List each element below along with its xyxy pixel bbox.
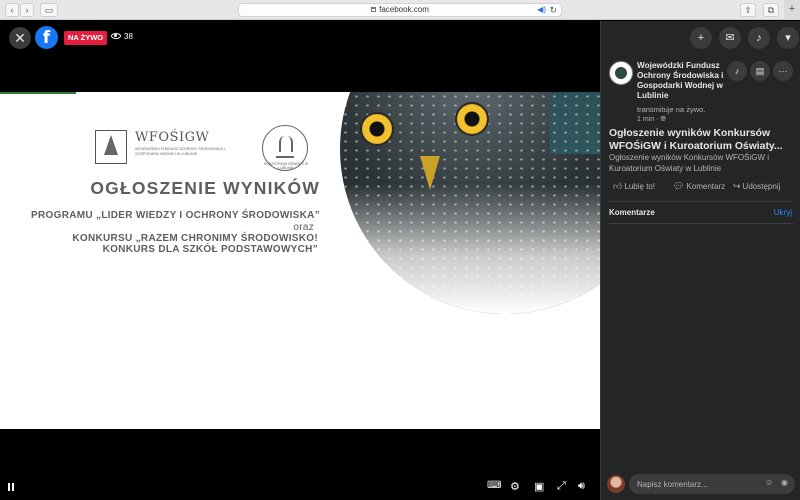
- comment-composer: ☺ ◉: [607, 473, 795, 495]
- wfosigw-logo-name: WFOŚIGW: [135, 130, 210, 145]
- fullscreen-icon[interactable]: ⤢: [557, 480, 566, 493]
- gear-icon[interactable]: ⚙: [510, 480, 520, 493]
- slide-line-szkoly: KONKURS DLA SZKÓŁ PODSTAWOWYCH”: [102, 244, 318, 255]
- url-text: facebook.com: [379, 5, 429, 14]
- post-actions: 👍︎ Lubię to! 💬︎ Komentarz ↪ Udostępnij: [609, 181, 795, 195]
- post-title: Ogłoszenie wyników Konkursów WFOŚiGW i K…: [609, 128, 783, 152]
- sidebar-toggle-button[interactable]: ▭: [40, 3, 58, 17]
- back-button[interactable]: ‹: [5, 3, 19, 17]
- camera-icon[interactable]: ◉: [781, 478, 788, 487]
- live-badge: NA ŻYWO: [64, 31, 108, 45]
- plus-icon[interactable]: +: [784, 0, 800, 20]
- slide-accent-stripe: [0, 92, 76, 94]
- more-options-icon[interactable]: ···: [773, 61, 793, 81]
- slide-line-oraz: oraz: [293, 222, 314, 233]
- page-name[interactable]: Wojewódzki Fundusz Ochrony Środowiska i …: [637, 61, 737, 101]
- bell-icon[interactable]: ♪: [727, 61, 747, 81]
- address-bar[interactable]: facebook.com ◀) ↻: [238, 3, 562, 17]
- kuratorium-logo-text: KURATORIUM OŚWIATY W LUBLINIE: [263, 162, 309, 170]
- post-sidebar: + ✉ ♪ ▾ Wojewódzki Fundusz Ochrony Środo…: [600, 21, 800, 500]
- close-icon[interactable]: ✕: [9, 27, 31, 49]
- share-button[interactable]: ⇧: [740, 3, 756, 17]
- volume-icon[interactable]: 🔊︎: [578, 480, 585, 493]
- comment-icon: 💬︎: [673, 181, 685, 191]
- panel-top-icons: + ✉ ♪ ▾: [601, 21, 800, 55]
- hide-comments-link[interactable]: Ukryj: [774, 208, 792, 217]
- kuratorium-logo: KURATORIUM OŚWIATY W LUBLINIE: [262, 125, 308, 171]
- comment-button[interactable]: 💬︎ Komentarz: [673, 181, 725, 192]
- viewer-count: 38: [111, 32, 133, 41]
- messenger-icon[interactable]: ✉: [719, 27, 741, 49]
- share-label: Udostępnij: [742, 182, 781, 191]
- lock-icon: [371, 7, 377, 12]
- page-avatar[interactable]: [609, 61, 633, 85]
- post-description: Ogłoszenie wyników Konkursów WFOŚiGW i K…: [609, 153, 770, 173]
- audio-playing-icon[interactable]: ◀): [537, 4, 546, 16]
- divider: [609, 223, 793, 224]
- live-video-player[interactable]: ✕ f NA ŻYWO 38 WFOŚIGW Wojewódzki Fundus…: [0, 21, 600, 500]
- tabs-overview-button[interactable]: ⧉: [763, 3, 779, 17]
- post-time[interactable]: 1 min ·: [637, 116, 660, 123]
- video-frame-slide: WFOŚIGW Wojewódzki Fundusz Ochrony Środo…: [0, 92, 600, 429]
- like-label: Lubię to!: [624, 182, 656, 191]
- picture-in-picture-icon[interactable]: ▣: [534, 480, 544, 493]
- share-post-button[interactable]: ↪ Udostępnij: [733, 181, 780, 192]
- wfosigw-logo: WFOŚIGW Wojewódzki Fundusz Ochrony Środo…: [95, 130, 225, 166]
- owl-image: [340, 92, 600, 314]
- tree-emblem-icon: [95, 130, 127, 164]
- create-plus-icon[interactable]: +: [690, 27, 712, 49]
- globe-icon: 🌐︎: [660, 116, 666, 123]
- torch-book-icon: [276, 136, 294, 158]
- emoji-icon[interactable]: ☺: [765, 478, 773, 487]
- post-timestamp: 1 min · 🌐︎: [637, 116, 666, 124]
- notifications-bell-icon[interactable]: ♪: [748, 27, 770, 49]
- owl-fade: [340, 184, 600, 314]
- facebook-logo-icon[interactable]: f: [35, 26, 58, 49]
- live-status-text: transmituje na żywo.: [637, 105, 706, 114]
- save-icon[interactable]: ▤: [750, 61, 770, 81]
- forward-button[interactable]: ›: [20, 3, 34, 17]
- wfosigw-logo-subtitle: Wojewódzki Fundusz Ochrony Środowiska i …: [135, 147, 225, 156]
- comment-label: Komentarz: [686, 182, 726, 191]
- video-bottom-controls: ⌨ ⚙ ▣ ⤢ 🔊︎: [0, 476, 600, 500]
- owl-right-eye: [455, 102, 489, 136]
- divider: [609, 201, 793, 202]
- share-arrow-icon: ↪: [733, 181, 741, 191]
- video-top-controls: ✕ f NA ŻYWO 38: [0, 21, 600, 55]
- captions-icon[interactable]: ⌨: [487, 480, 501, 491]
- viewer-count-value: 38: [124, 32, 133, 41]
- eye-icon: [111, 33, 121, 39]
- owl-left-eye: [360, 112, 394, 146]
- thumbs-up-icon: 👍︎: [613, 181, 623, 191]
- comments-heading: Komentarze: [609, 208, 655, 217]
- slide-line-program: PROGRAMU „LIDER WIEDZY I OCHRONY ŚRODOWI…: [31, 210, 320, 221]
- slide-line-konkurs: KONKURSU „RAZEM CHRONIMY ŚRODOWISKO!: [72, 233, 318, 244]
- like-button[interactable]: 👍︎ Lubię to!: [613, 181, 655, 192]
- account-menu-chevron-down-icon[interactable]: ▾: [777, 27, 799, 49]
- reload-icon[interactable]: ↻: [549, 4, 557, 16]
- slide-heading: OGŁOSZENIE WYNIKÓW: [90, 178, 320, 198]
- user-avatar[interactable]: [607, 475, 625, 493]
- browser-toolbar: ‹ › ▭ facebook.com ◀) ↻ ⇧ ⧉ +: [0, 0, 800, 20]
